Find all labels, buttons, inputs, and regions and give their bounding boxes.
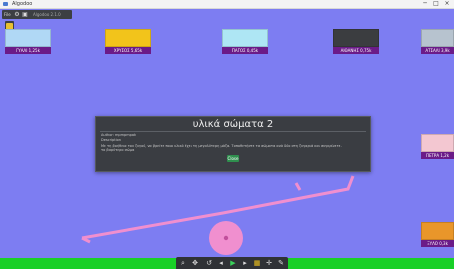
dialog-title: υλικά σώματα 2 [192, 119, 274, 130]
dialog-author: Author: mpmpmpak [101, 133, 137, 137]
grid-icon[interactable]: ▦ [252, 257, 262, 269]
dialog-divider [100, 131, 366, 132]
close-dialog-button[interactable]: Close [227, 155, 239, 162]
bottom-toolbar: ⌕ ✥ ↺ ◂ ▶ ▸ ▦ ✛ ✎ [176, 257, 288, 269]
snap-icon[interactable]: ✛ [264, 257, 274, 269]
dialog-description-cont: το βαρύτερο σώμα [101, 148, 135, 152]
undo-icon[interactable]: ↺ [204, 257, 214, 269]
move-icon[interactable]: ✥ [190, 257, 200, 269]
forward-icon[interactable]: ▸ [240, 257, 250, 269]
scene-info-dialog: υλικά σώματα 2 Author: mpmpmpak Descript… [95, 116, 371, 172]
seesaw-pivot-hub [223, 235, 229, 241]
play-icon[interactable]: ▶ [228, 257, 238, 269]
dialog-description: Με τη βοήθεια του ζυγού, να βρείτε ποιο … [101, 144, 342, 148]
seesaw-plank-end [81, 236, 91, 244]
seesaw-notch [294, 182, 302, 191]
back-icon[interactable]: ◂ [216, 257, 226, 269]
zoom-icon[interactable]: ⌕ [178, 257, 188, 269]
pencil-icon[interactable]: ✎ [276, 257, 286, 269]
dialog-description-label: Description [101, 138, 121, 142]
app-window: Algodoo ─ □ × File ⚙ ▣ Algodoo 2.1.0 ΓΥΑ… [0, 0, 454, 269]
